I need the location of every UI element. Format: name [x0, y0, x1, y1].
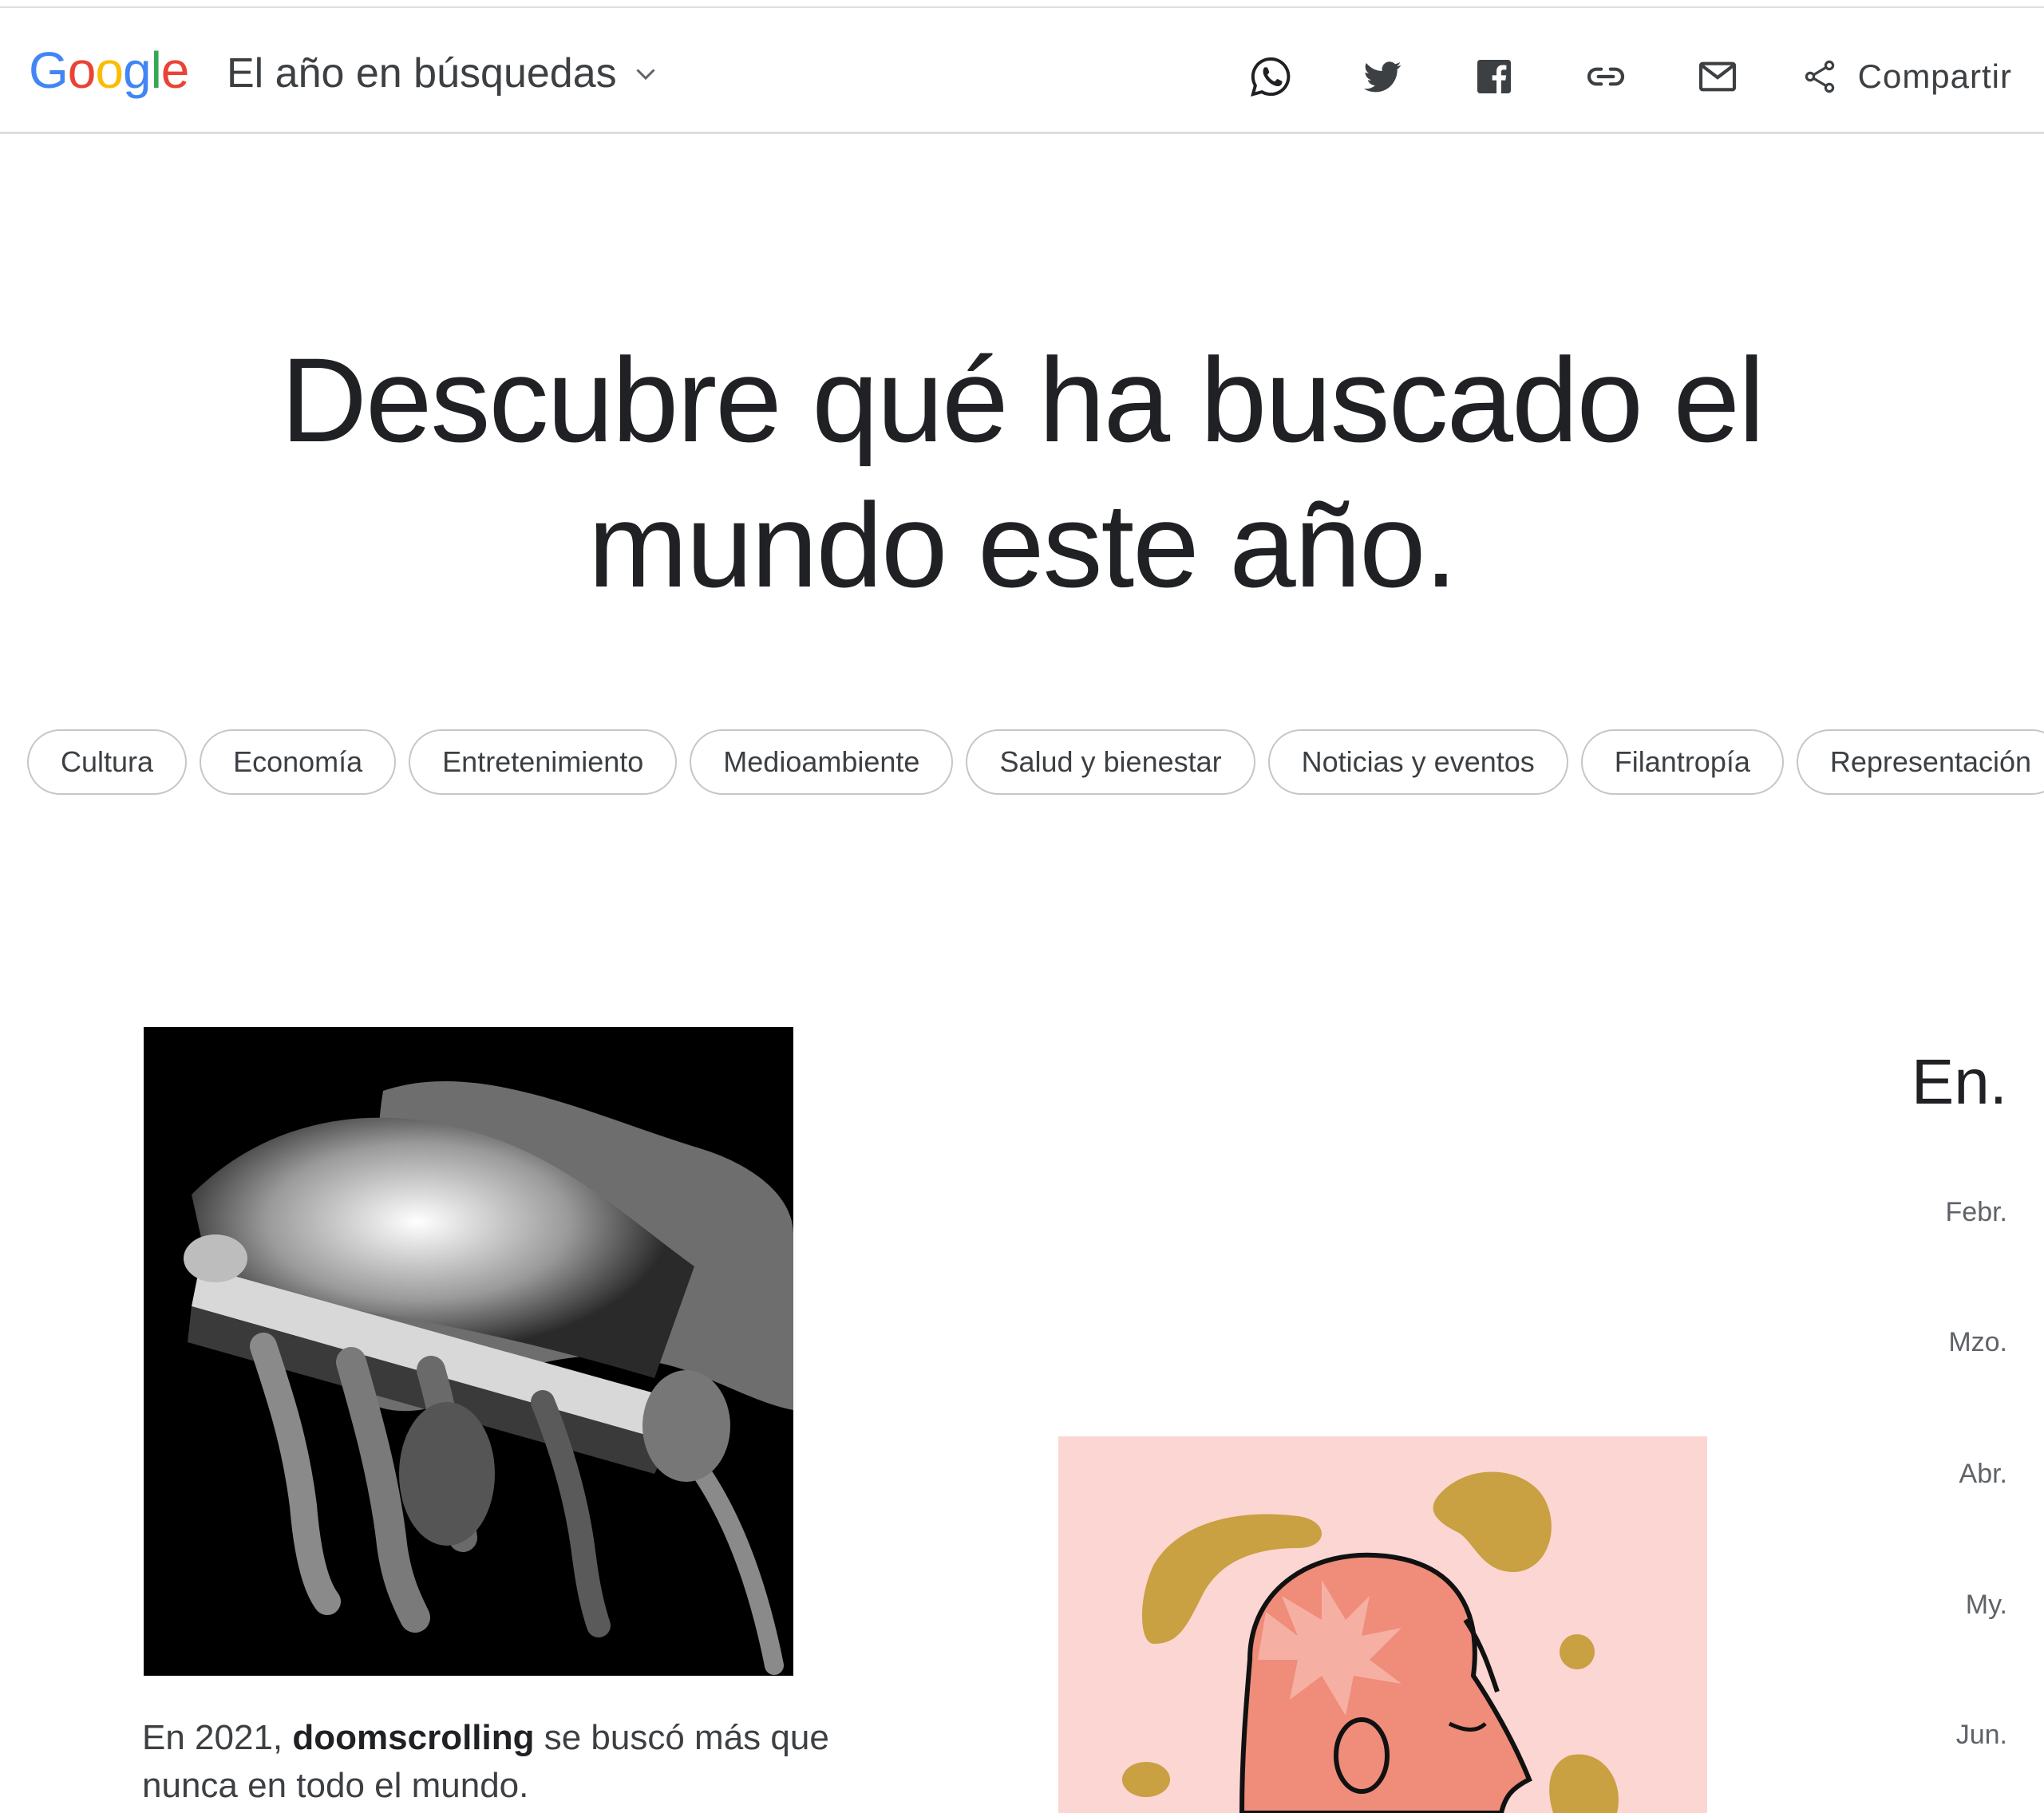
logo-letter-1: o: [67, 41, 97, 99]
logo-letter-0: G: [29, 41, 69, 99]
hero-line-1: Descubre qué ha buscado el: [280, 333, 1765, 467]
caption-term[interactable]: doomscrolling: [292, 1718, 534, 1757]
section-menu[interactable]: El año en búsquedas: [227, 49, 660, 97]
top-border: [0, 0, 2044, 8]
chip-entretenimiento[interactable]: Entretenimiento: [409, 729, 678, 795]
chip-salud-y-bienestar[interactable]: Salud y bienestar: [966, 729, 1255, 795]
month-my[interactable]: My.: [1966, 1590, 2007, 1621]
chip-economia[interactable]: Economía: [200, 729, 397, 795]
logo-letter-4: l: [150, 41, 162, 99]
share-whatsapp-button[interactable]: [1215, 40, 1326, 113]
story-caption: En 2021, doomscrolling se buscó más que …: [142, 1714, 844, 1810]
month-current[interactable]: En.: [1912, 1045, 2007, 1119]
chip-filantropia[interactable]: Filantropía: [1580, 729, 1784, 795]
share-icon: [1805, 60, 1834, 93]
site-header: Google El año en búsquedas Compartir: [0, 8, 2044, 134]
mental-health-image[interactable]: [1058, 1436, 1707, 1813]
google-logo[interactable]: Google: [29, 41, 190, 99]
page: Google El año en búsquedas Compartir Des…: [0, 0, 2044, 1813]
logo-letter-3: g: [122, 41, 152, 99]
copy-link-button[interactable]: [1550, 40, 1662, 113]
share-email-button[interactable]: [1662, 40, 1773, 113]
share-bar: Compartir: [1215, 40, 2012, 113]
facebook-icon: [1477, 60, 1511, 93]
chevron-down-icon: [636, 69, 655, 81]
section-title: El año en búsquedas: [227, 50, 617, 97]
month-febr[interactable]: Febr.: [1946, 1197, 2007, 1228]
logo-letter-5: e: [160, 41, 190, 99]
hero-line-2: mundo este año.: [587, 478, 1457, 612]
category-chips: Cultura Economía Entretenimiento Medioam…: [27, 729, 2044, 798]
share-facebook-button[interactable]: [1438, 40, 1550, 113]
share-button[interactable]: Compartir: [1801, 57, 2012, 96]
link-icon: [1587, 67, 1624, 86]
caption-prefix: En 2021,: [142, 1718, 293, 1757]
email-icon: [1698, 61, 1736, 92]
share-twitter-button[interactable]: [1326, 40, 1438, 113]
hand-phone-illustration: [144, 1027, 793, 1676]
month-mzo[interactable]: Mzo.: [1948, 1327, 2007, 1358]
month-jun[interactable]: Jun.: [1956, 1720, 2007, 1751]
whatsapp-icon: [1250, 57, 1290, 97]
doomscrolling-image[interactable]: [144, 1027, 793, 1676]
logo-letter-2: o: [95, 41, 124, 99]
chip-noticias-y-eventos[interactable]: Noticias y eventos: [1267, 729, 1568, 795]
chip-medioambiente[interactable]: Medioambiente: [690, 729, 954, 795]
month-abr[interactable]: Abr.: [1959, 1459, 2007, 1490]
chip-cultura[interactable]: Cultura: [27, 729, 188, 795]
share-label: Compartir: [1857, 57, 2012, 95]
head-illustration: [1058, 1436, 1707, 1813]
chip-representacion[interactable]: Representación: [1796, 729, 2044, 795]
hero-heading: Descubre qué ha buscado el mundo este añ…: [0, 327, 2044, 618]
twitter-icon: [1363, 61, 1401, 93]
